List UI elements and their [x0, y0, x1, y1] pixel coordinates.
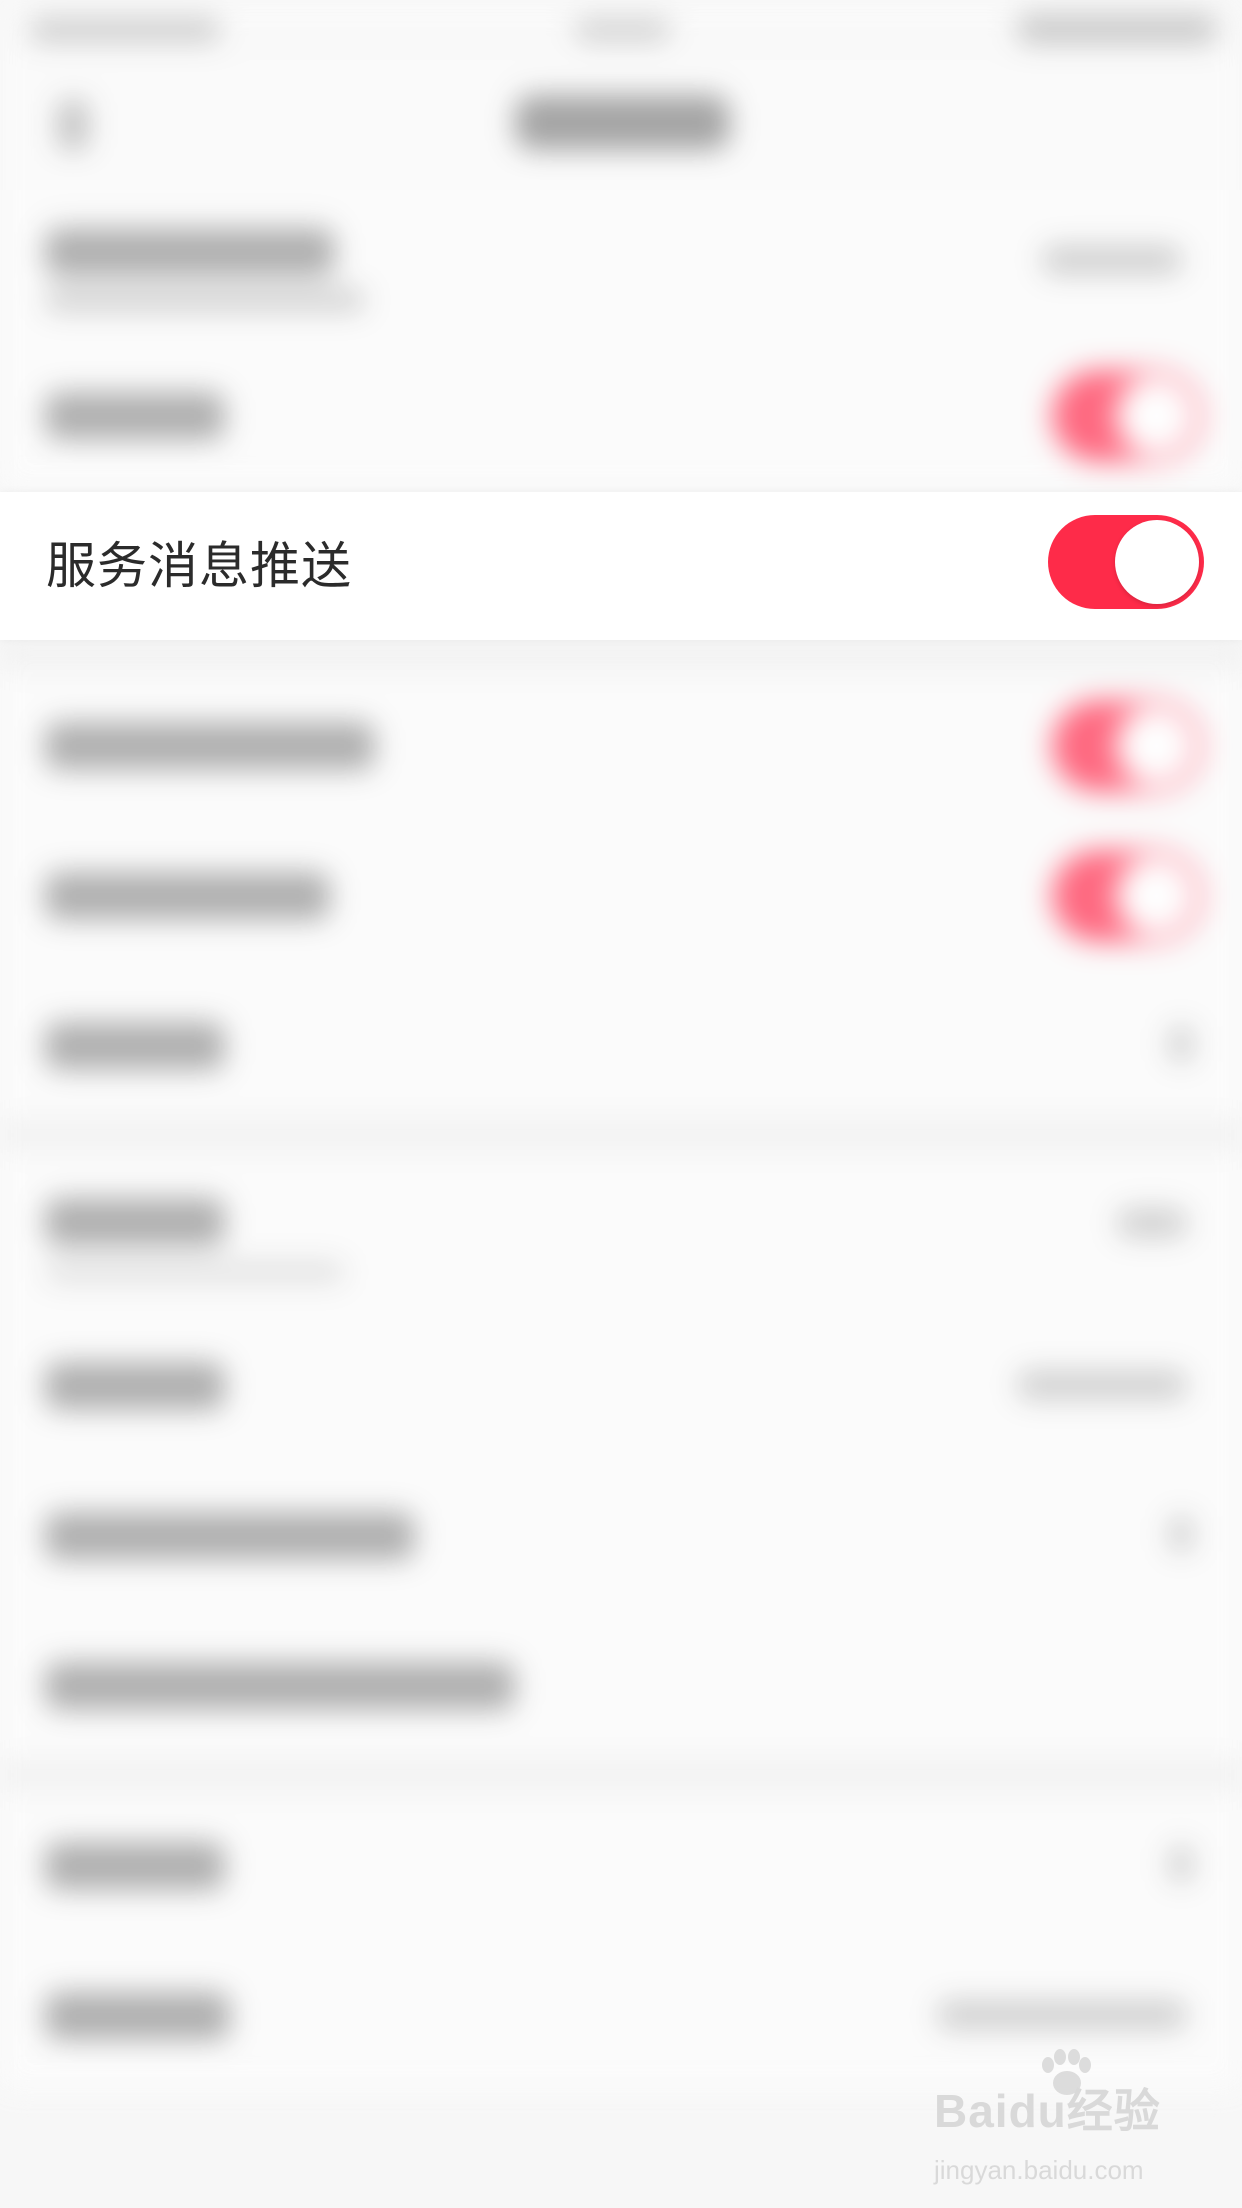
settings-row[interactable] [0, 1460, 1242, 1610]
chevron-right-icon [1170, 1516, 1192, 1552]
settings-row[interactable] [0, 190, 1242, 340]
section-divider [0, 1760, 1242, 1790]
baidu-watermark: Baidu经验 jingyan.baidu.com [934, 2049, 1174, 2185]
row-sublabel [45, 288, 365, 312]
settings-row[interactable] [0, 820, 1242, 970]
toggle-knob [1115, 520, 1199, 604]
blurred-background [0, 0, 1242, 2208]
row-label [45, 392, 225, 440]
settings-row[interactable] [0, 670, 1242, 820]
row-value [1117, 1208, 1187, 1238]
row-toggle[interactable] [1052, 370, 1202, 462]
settings-row[interactable] [0, 970, 1242, 1120]
row-label [45, 1362, 225, 1410]
row-label [45, 1198, 225, 1246]
status-bar-left [30, 18, 220, 42]
row-label [45, 872, 330, 920]
row-label [45, 228, 335, 276]
settings-row[interactable] [0, 1150, 1242, 1310]
chevron-right-icon [1170, 1026, 1192, 1062]
service-push-toggle[interactable] [1048, 515, 1204, 609]
row-value [1042, 245, 1182, 275]
row-label [45, 722, 375, 770]
row-sublabel [45, 1260, 345, 1284]
section-divider [0, 1120, 1242, 1150]
row-label [45, 1512, 415, 1560]
back-icon[interactable] [58, 100, 88, 150]
row-value [937, 2000, 1187, 2030]
nav-bar [0, 60, 1242, 190]
watermark-url: jingyan.baidu.com [934, 2155, 1144, 2185]
settings-row-service-push[interactable]: 服务消息推送 [0, 492, 1242, 640]
settings-row[interactable] [0, 1310, 1242, 1460]
row-label [45, 1662, 515, 1710]
settings-row[interactable] [0, 1610, 1242, 1760]
row-toggle[interactable] [1052, 700, 1202, 792]
status-bar-right [1017, 14, 1217, 44]
chevron-right-icon [1170, 1846, 1192, 1882]
settings-row[interactable] [0, 1790, 1242, 1940]
page-title [515, 95, 730, 150]
row-toggle[interactable] [1052, 850, 1202, 942]
row-value [1017, 1370, 1187, 1400]
row-label [45, 1022, 225, 1070]
section-divider [0, 640, 1242, 670]
settings-page: 服务消息推送 Baidu经验 jingyan.baidu.com [0, 0, 1242, 2208]
row-label [45, 1842, 225, 1890]
row-label [45, 1992, 230, 2040]
status-bar [0, 0, 1242, 60]
service-push-label: 服务消息推送 [46, 537, 352, 595]
status-bar-time [575, 18, 670, 42]
settings-row[interactable] [0, 340, 1242, 490]
watermark-brand: Baidu经验 [934, 2085, 1161, 2137]
